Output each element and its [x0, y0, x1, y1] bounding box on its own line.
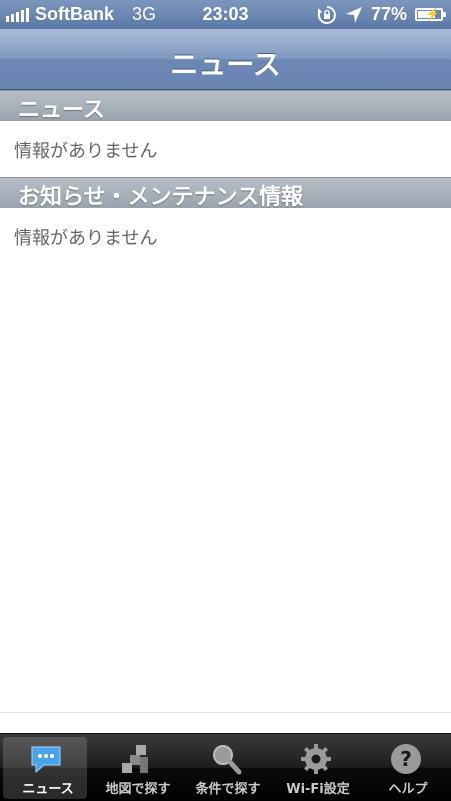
tab-help[interactable]: ? ヘルプ: [363, 737, 447, 799]
list-item: 情報がありません: [0, 208, 451, 265]
battery-icon: ⚡: [415, 7, 446, 21]
tab-condition-search[interactable]: 条件で探す: [183, 737, 267, 799]
tab-map-search[interactable]: 地図で探す: [93, 737, 177, 799]
tab-label: 地図で探す: [105, 782, 171, 797]
gear-icon: [301, 744, 331, 774]
status-bar: SoftBank 3G 23:03 77% ⚡: [0, 0, 451, 29]
tab-wifi-settings[interactable]: Wi-Fi設定: [273, 737, 357, 799]
list-item: 情報がありません: [0, 121, 451, 178]
section-header-label: ニュース: [18, 98, 105, 123]
status-right: 77% ⚡: [317, 4, 446, 25]
table-row: [0, 320, 451, 377]
tab-bar: ニュース 地図で探す 条件で探す Wi-Fi設定 ? ヘルプ: [0, 733, 451, 801]
table-row: [0, 432, 451, 489]
section-header-news: ニュース: [0, 90, 451, 123]
rotation-lock-icon: [317, 5, 336, 24]
empty-message: 情報がありません: [14, 141, 158, 162]
navigation-bar: ニュース: [0, 29, 451, 90]
tab-label: 条件で探す: [195, 782, 261, 797]
table-row: [0, 488, 451, 545]
help-icon: ?: [391, 744, 421, 774]
speech-bubble-icon: [31, 746, 61, 774]
section-header-notices: お知らせ・メンテナンス情報: [0, 177, 451, 210]
magnifier-icon: [213, 745, 242, 775]
charging-bolt-icon: ⚡: [425, 7, 440, 21]
tab-news[interactable]: ニュース: [3, 737, 87, 799]
battery-percent: 77%: [370, 4, 407, 24]
section-header-label: お知らせ・メンテナンス情報: [18, 185, 304, 210]
table-row: [0, 264, 451, 321]
page-title: ニュース: [170, 48, 281, 81]
tab-label: Wi-Fi設定: [286, 782, 350, 797]
table-row: [0, 376, 451, 433]
table-row: [0, 544, 451, 601]
table-row: [0, 600, 451, 657]
svg-text:?: ?: [400, 747, 412, 771]
tab-label: ヘルプ: [388, 782, 428, 797]
map-icon: [122, 745, 148, 773]
location-arrow-icon: [345, 6, 362, 23]
table-row: [0, 656, 451, 713]
empty-message: 情報がありません: [14, 228, 158, 249]
tab-label: ニュース: [22, 782, 74, 797]
